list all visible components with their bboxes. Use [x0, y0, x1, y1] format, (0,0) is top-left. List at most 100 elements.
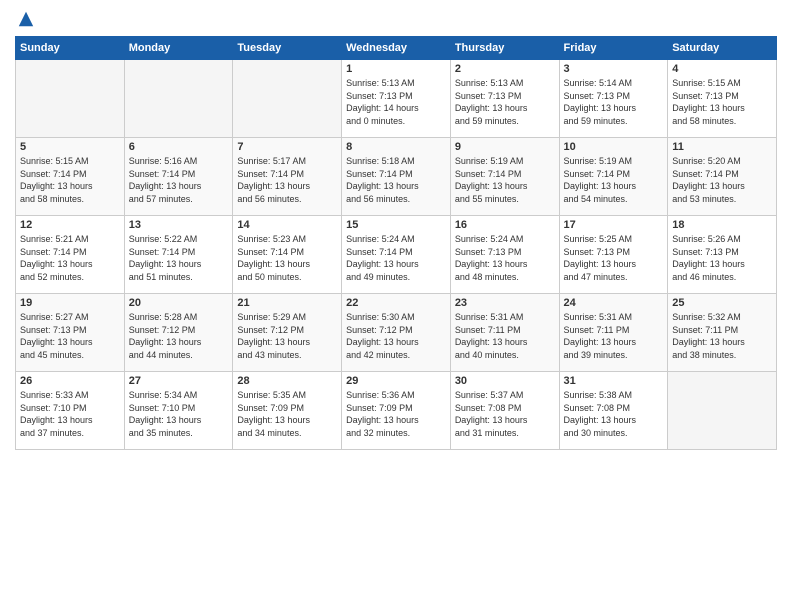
weekday-header-wednesday: Wednesday — [342, 37, 451, 60]
day-number: 14 — [237, 219, 337, 231]
weekday-header-row: SundayMondayTuesdayWednesdayThursdayFrid… — [16, 37, 777, 60]
day-number: 26 — [20, 375, 120, 387]
day-number: 23 — [455, 297, 555, 309]
day-cell: 11 Sunrise: 5:20 AM Sunset: 7:14 PM Dayli… — [668, 138, 777, 216]
day-info: Sunrise: 5:13 AM Sunset: 7:13 PM Dayligh… — [346, 77, 446, 127]
day-info: Sunrise: 5:36 AM Sunset: 7:09 PM Dayligh… — [346, 389, 446, 439]
weekday-header-monday: Monday — [124, 37, 233, 60]
calendar-page: SundayMondayTuesdayWednesdayThursdayFrid… — [0, 0, 792, 612]
day-number: 13 — [129, 219, 229, 231]
day-info: Sunrise: 5:34 AM Sunset: 7:10 PM Dayligh… — [129, 389, 229, 439]
day-number: 19 — [20, 297, 120, 309]
day-info: Sunrise: 5:26 AM Sunset: 7:13 PM Dayligh… — [672, 233, 772, 283]
day-number: 8 — [346, 141, 446, 153]
day-cell: 18 Sunrise: 5:26 AM Sunset: 7:13 PM Dayli… — [668, 216, 777, 294]
day-info: Sunrise: 5:35 AM Sunset: 7:09 PM Dayligh… — [237, 389, 337, 439]
day-number: 5 — [20, 141, 120, 153]
day-info: Sunrise: 5:15 AM Sunset: 7:13 PM Dayligh… — [672, 77, 772, 127]
day-number: 27 — [129, 375, 229, 387]
day-number: 7 — [237, 141, 337, 153]
day-cell: 12 Sunrise: 5:21 AM Sunset: 7:14 PM Dayli… — [16, 216, 125, 294]
week-row-1: 1 Sunrise: 5:13 AM Sunset: 7:13 PM Daylig… — [16, 60, 777, 138]
weekday-header-tuesday: Tuesday — [233, 37, 342, 60]
day-info: Sunrise: 5:19 AM Sunset: 7:14 PM Dayligh… — [564, 155, 664, 205]
day-info: Sunrise: 5:14 AM Sunset: 7:13 PM Dayligh… — [564, 77, 664, 127]
day-cell: 24Sunrise: 5:31 AM Sunset: 7:11 PM Dayli… — [559, 294, 668, 372]
day-info: Sunrise: 5:32 AM Sunset: 7:11 PM Dayligh… — [672, 311, 772, 361]
day-cell: 10 Sunrise: 5:19 AM Sunset: 7:14 PM Dayli… — [559, 138, 668, 216]
day-cell: 31 Sunrise: 5:38 AM Sunset: 7:08 PM Dayli… — [559, 372, 668, 450]
day-number: 18 — [672, 219, 772, 231]
day-number: 3 — [564, 63, 664, 75]
week-row-2: 5 Sunrise: 5:15 AM Sunset: 7:14 PM Daylig… — [16, 138, 777, 216]
day-number: 28 — [237, 375, 337, 387]
day-cell: 22 Sunrise: 5:30 AM Sunset: 7:12 PM Dayli… — [342, 294, 451, 372]
week-row-5: 26 Sunrise: 5:33 AM Sunset: 7:10 PM Dayli… — [16, 372, 777, 450]
weekday-header-saturday: Saturday — [668, 37, 777, 60]
day-number: 11 — [672, 141, 772, 153]
day-cell: 7 Sunrise: 5:17 AM Sunset: 7:14 PM Daylig… — [233, 138, 342, 216]
day-info: Sunrise: 5:24 AM Sunset: 7:14 PM Dayligh… — [346, 233, 446, 283]
day-info: Sunrise: 5:16 AM Sunset: 7:14 PM Dayligh… — [129, 155, 229, 205]
day-number: 4 — [672, 63, 772, 75]
day-info: Sunrise: 5:31 AM Sunset: 7:11 PM Dayligh… — [455, 311, 555, 361]
day-number: 25 — [672, 297, 772, 309]
day-number: 15 — [346, 219, 446, 231]
day-info: Sunrise: 5:18 AM Sunset: 7:14 PM Dayligh… — [346, 155, 446, 205]
day-cell: 3 Sunrise: 5:14 AM Sunset: 7:13 PM Daylig… — [559, 60, 668, 138]
day-info: Sunrise: 5:22 AM Sunset: 7:14 PM Dayligh… — [129, 233, 229, 283]
day-cell: 1 Sunrise: 5:13 AM Sunset: 7:13 PM Daylig… — [342, 60, 451, 138]
day-info: Sunrise: 5:37 AM Sunset: 7:08 PM Dayligh… — [455, 389, 555, 439]
day-info: Sunrise: 5:30 AM Sunset: 7:12 PM Dayligh… — [346, 311, 446, 361]
weekday-header-thursday: Thursday — [450, 37, 559, 60]
day-number: 16 — [455, 219, 555, 231]
day-info: Sunrise: 5:31 AM Sunset: 7:11 PM Dayligh… — [564, 311, 664, 361]
logo-icon — [17, 10, 35, 28]
day-number: 20 — [129, 297, 229, 309]
day-info: Sunrise: 5:28 AM Sunset: 7:12 PM Dayligh… — [129, 311, 229, 361]
day-cell — [233, 60, 342, 138]
calendar-table: SundayMondayTuesdayWednesdayThursdayFrid… — [15, 36, 777, 450]
day-info: Sunrise: 5:21 AM Sunset: 7:14 PM Dayligh… — [20, 233, 120, 283]
day-cell: 19 Sunrise: 5:27 AM Sunset: 7:13 PM Dayli… — [16, 294, 125, 372]
weekday-header-friday: Friday — [559, 37, 668, 60]
day-cell: 4 Sunrise: 5:15 AM Sunset: 7:13 PM Daylig… — [668, 60, 777, 138]
day-info: Sunrise: 5:25 AM Sunset: 7:13 PM Dayligh… — [564, 233, 664, 283]
day-info: Sunrise: 5:27 AM Sunset: 7:13 PM Dayligh… — [20, 311, 120, 361]
day-info: Sunrise: 5:24 AM Sunset: 7:13 PM Dayligh… — [455, 233, 555, 283]
day-number: 31 — [564, 375, 664, 387]
day-info: Sunrise: 5:13 AM Sunset: 7:13 PM Dayligh… — [455, 77, 555, 127]
day-info: Sunrise: 5:33 AM Sunset: 7:10 PM Dayligh… — [20, 389, 120, 439]
day-number: 30 — [455, 375, 555, 387]
day-cell: 23 Sunrise: 5:31 AM Sunset: 7:11 PM Dayli… — [450, 294, 559, 372]
day-number: 2 — [455, 63, 555, 75]
day-cell: 29 Sunrise: 5:36 AM Sunset: 7:09 PM Dayli… — [342, 372, 451, 450]
day-cell: 13 Sunrise: 5:22 AM Sunset: 7:14 PM Dayli… — [124, 216, 233, 294]
day-cell: 9 Sunrise: 5:19 AM Sunset: 7:14 PM Daylig… — [450, 138, 559, 216]
day-number: 10 — [564, 141, 664, 153]
day-number: 17 — [564, 219, 664, 231]
day-cell: 27 Sunrise: 5:34 AM Sunset: 7:10 PM Dayli… — [124, 372, 233, 450]
day-info: Sunrise: 5:38 AM Sunset: 7:08 PM Dayligh… — [564, 389, 664, 439]
day-cell: 6 Sunrise: 5:16 AM Sunset: 7:14 PM Daylig… — [124, 138, 233, 216]
week-row-3: 12 Sunrise: 5:21 AM Sunset: 7:14 PM Dayli… — [16, 216, 777, 294]
day-info: Sunrise: 5:20 AM Sunset: 7:14 PM Dayligh… — [672, 155, 772, 205]
day-info: Sunrise: 5:17 AM Sunset: 7:14 PM Dayligh… — [237, 155, 337, 205]
day-number: 22 — [346, 297, 446, 309]
day-number: 6 — [129, 141, 229, 153]
day-info: Sunrise: 5:19 AM Sunset: 7:14 PM Dayligh… — [455, 155, 555, 205]
day-cell: 25 Sunrise: 5:32 AM Sunset: 7:11 PM Dayli… — [668, 294, 777, 372]
day-cell: 26 Sunrise: 5:33 AM Sunset: 7:10 PM Dayli… — [16, 372, 125, 450]
day-number: 29 — [346, 375, 446, 387]
day-number: 21 — [237, 297, 337, 309]
day-cell: 8 Sunrise: 5:18 AM Sunset: 7:14 PM Daylig… — [342, 138, 451, 216]
day-number: 12 — [20, 219, 120, 231]
day-info: Sunrise: 5:15 AM Sunset: 7:14 PM Dayligh… — [20, 155, 120, 205]
day-number: 1 — [346, 63, 446, 75]
day-cell — [16, 60, 125, 138]
day-cell: 20 Sunrise: 5:28 AM Sunset: 7:12 PM Dayli… — [124, 294, 233, 372]
day-info: Sunrise: 5:29 AM Sunset: 7:12 PM Dayligh… — [237, 311, 337, 361]
day-number: 9 — [455, 141, 555, 153]
weekday-header-sunday: Sunday — [16, 37, 125, 60]
day-cell: 5 Sunrise: 5:15 AM Sunset: 7:14 PM Daylig… — [16, 138, 125, 216]
